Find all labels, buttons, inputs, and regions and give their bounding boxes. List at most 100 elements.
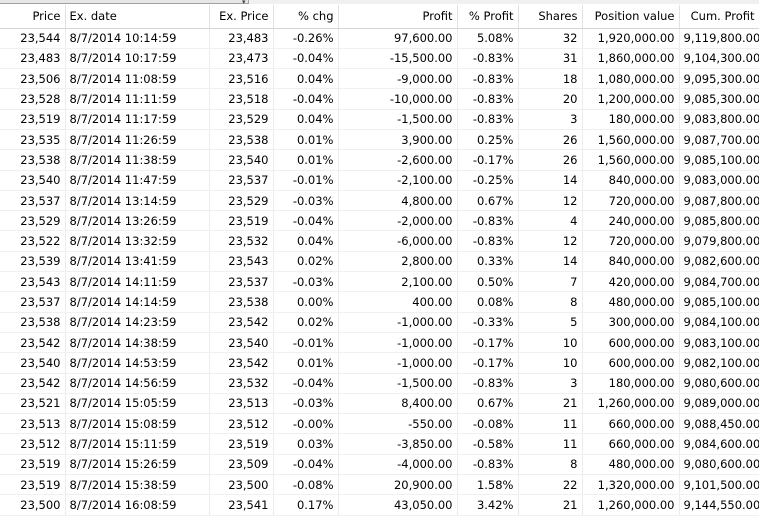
cell-pct-profit[interactable]: -0.83% xyxy=(457,230,519,252)
cell-position-value[interactable]: 840,000.00 xyxy=(582,251,680,273)
cell-profit[interactable]: 43,050.00 xyxy=(338,494,458,516)
cell-pct-profit[interactable]: 0.33% xyxy=(457,251,519,273)
cell-shares[interactable]: 3 xyxy=(518,109,583,130)
cell-ex-price[interactable]: 23,529 xyxy=(209,109,274,130)
cell-pct-chg[interactable]: -0.08% xyxy=(273,474,339,496)
cell-shares[interactable]: 18 xyxy=(518,68,583,90)
cell-pct-profit[interactable]: -0.83% xyxy=(457,210,519,232)
cell-pct-chg[interactable]: -0.04% xyxy=(273,373,339,394)
cell-profit[interactable]: -1,000.00 xyxy=(338,312,458,333)
cell-ex-date[interactable]: 8/7/2014 14:38:59 xyxy=(65,332,210,354)
cell-ex-price[interactable]: 23,540 xyxy=(209,332,274,354)
cell-cum-profit[interactable]: 9,083,100.00 xyxy=(679,332,759,354)
cell-ex-date[interactable]: 8/7/2014 15:38:59 xyxy=(65,474,210,496)
column-header-position-value[interactable]: Position value xyxy=(582,5,680,29)
cell-profit[interactable]: -1,500.00 xyxy=(338,373,458,394)
table-row[interactable]: 23,519 8/7/2014 15:26:59 23,509 -0.04% -4,00… xyxy=(0,454,759,476)
cell-ex-price[interactable]: 23,473 xyxy=(209,48,274,70)
cell-pct-profit[interactable]: -0.17% xyxy=(457,352,519,374)
cell-cum-profit[interactable]: 9,087,800.00 xyxy=(679,190,759,212)
cell-price[interactable]: 23,535 xyxy=(0,129,66,151)
cell-pct-chg[interactable]: -0.03% xyxy=(273,393,339,415)
cell-pct-chg[interactable]: -0.04% xyxy=(273,454,339,476)
cell-shares[interactable]: 20 xyxy=(518,88,583,110)
cell-price[interactable]: 23,506 xyxy=(0,68,66,90)
cell-price[interactable]: 23,542 xyxy=(0,373,66,394)
cell-cum-profit[interactable]: 9,080,600.00 xyxy=(679,454,759,476)
cell-position-value[interactable]: 600,000.00 xyxy=(582,332,680,354)
cell-ex-date[interactable]: 8/7/2014 15:26:59 xyxy=(65,454,210,476)
cell-ex-date[interactable]: 8/7/2014 14:53:59 xyxy=(65,352,210,374)
cell-ex-price[interactable]: 23,542 xyxy=(209,312,274,333)
cell-cum-profit[interactable]: 9,085,100.00 xyxy=(679,149,759,171)
cell-profit[interactable]: -10,000.00 xyxy=(338,88,458,110)
cell-profit[interactable]: -550.00 xyxy=(338,413,458,435)
cell-ex-price[interactable]: 23,483 xyxy=(209,28,274,49)
cell-ex-date[interactable]: 8/7/2014 14:56:59 xyxy=(65,373,210,394)
cell-position-value[interactable]: 300,000.00 xyxy=(582,312,680,333)
cell-shares[interactable]: 10 xyxy=(518,352,583,374)
cell-cum-profit[interactable]: 9,084,100.00 xyxy=(679,312,759,333)
cell-price[interactable]: 23,540 xyxy=(0,352,66,374)
cell-position-value[interactable]: 240,000.00 xyxy=(582,210,680,232)
cell-price[interactable]: 23,529 xyxy=(0,210,66,232)
cell-pct-chg[interactable]: -0.01% xyxy=(273,170,339,191)
cell-cum-profit[interactable]: 9,083,000.00 xyxy=(679,170,759,191)
cell-position-value[interactable]: 1,260,000.00 xyxy=(582,393,680,415)
cell-profit[interactable]: 4,800.00 xyxy=(338,190,458,212)
cell-price[interactable]: 23,513 xyxy=(0,413,66,435)
cell-pct-chg[interactable]: 0.01% xyxy=(273,352,339,374)
table-row[interactable]: 23,512 8/7/2014 15:11:59 23,519 0.03% -3,850… xyxy=(0,433,759,455)
cell-pct-chg[interactable]: 0.01% xyxy=(273,149,339,171)
cell-ex-price[interactable]: 23,541 xyxy=(209,494,274,516)
cell-price[interactable]: 23,537 xyxy=(0,291,66,313)
cell-pct-chg[interactable]: 0.04% xyxy=(273,230,339,252)
cell-ex-date[interactable]: 8/7/2014 16:08:59 xyxy=(65,494,210,516)
cell-ex-price[interactable]: 23,532 xyxy=(209,373,274,394)
table-row[interactable]: 23,540 8/7/2014 14:53:59 23,542 0.01% -1,000… xyxy=(0,352,759,374)
column-header-shares[interactable]: Shares xyxy=(518,5,583,29)
cell-cum-profit[interactable]: 9,104,300.00 xyxy=(679,48,759,70)
cell-shares[interactable]: 8 xyxy=(518,291,583,313)
cell-ex-price[interactable]: 23,538 xyxy=(209,291,274,313)
cell-profit[interactable]: 2,100.00 xyxy=(338,271,458,293)
cell-position-value[interactable]: 1,260,000.00 xyxy=(582,494,680,516)
cell-cum-profit[interactable]: 9,095,300.00 xyxy=(679,68,759,90)
cell-pct-profit[interactable]: 1.58% xyxy=(457,474,519,496)
table-row[interactable]: 23,483 8/7/2014 10:17:59 23,473 -0.04% -15,5… xyxy=(0,48,759,70)
cell-ex-date[interactable]: 8/7/2014 11:08:59 xyxy=(65,68,210,90)
cell-shares[interactable]: 21 xyxy=(518,494,583,516)
cell-profit[interactable]: -9,000.00 xyxy=(338,68,458,90)
cell-ex-price[interactable]: 23,540 xyxy=(209,149,274,171)
table-row[interactable]: 23,537 8/7/2014 14:14:59 23,538 0.00% 400.00… xyxy=(0,291,759,313)
cell-price[interactable]: 23,521 xyxy=(0,393,66,415)
cell-price[interactable]: 23,540 xyxy=(0,170,66,191)
column-header-profit[interactable]: Profit xyxy=(338,5,458,29)
cell-pct-profit[interactable]: -0.83% xyxy=(457,454,519,476)
cell-shares[interactable]: 11 xyxy=(518,433,583,455)
cell-shares[interactable]: 31 xyxy=(518,48,583,70)
cell-ex-date[interactable]: 8/7/2014 11:47:59 xyxy=(65,170,210,191)
cell-ex-price[interactable]: 23,519 xyxy=(209,433,274,455)
cell-ex-date[interactable]: 8/7/2014 13:32:59 xyxy=(65,230,210,252)
cell-price[interactable]: 23,519 xyxy=(0,474,66,496)
table-row[interactable]: 23,521 8/7/2014 15:05:59 23,513 -0.03% 8,400… xyxy=(0,393,759,415)
table-row[interactable]: 23,544 8/7/2014 10:14:59 23,483 -0.26% 97,60… xyxy=(0,28,759,49)
cell-position-value[interactable]: 1,320,000.00 xyxy=(582,474,680,496)
cell-profit[interactable]: -15,500.00 xyxy=(338,48,458,70)
cell-cum-profit[interactable]: 9,087,700.00 xyxy=(679,129,759,151)
cell-ex-price[interactable]: 23,500 xyxy=(209,474,274,496)
cell-pct-profit[interactable]: -0.83% xyxy=(457,88,519,110)
cell-shares[interactable]: 14 xyxy=(518,251,583,273)
cell-price[interactable]: 23,528 xyxy=(0,88,66,110)
table-row[interactable]: 23,506 8/7/2014 11:08:59 23,516 0.04% -9,000… xyxy=(0,68,759,90)
cell-ex-price[interactable]: 23,519 xyxy=(209,210,274,232)
cell-cum-profit[interactable]: 9,079,800.00 xyxy=(679,230,759,252)
cell-profit[interactable]: 97,600.00 xyxy=(338,28,458,49)
cell-profit[interactable]: -1,000.00 xyxy=(338,332,458,354)
cell-price[interactable]: 23,539 xyxy=(0,251,66,273)
cell-ex-price[interactable]: 23,543 xyxy=(209,251,274,273)
cell-pct-chg[interactable]: -0.00% xyxy=(273,413,339,435)
table-row[interactable]: 23,538 8/7/2014 14:23:59 23,542 0.02% -1,000… xyxy=(0,312,759,333)
cell-shares[interactable]: 21 xyxy=(518,393,583,415)
